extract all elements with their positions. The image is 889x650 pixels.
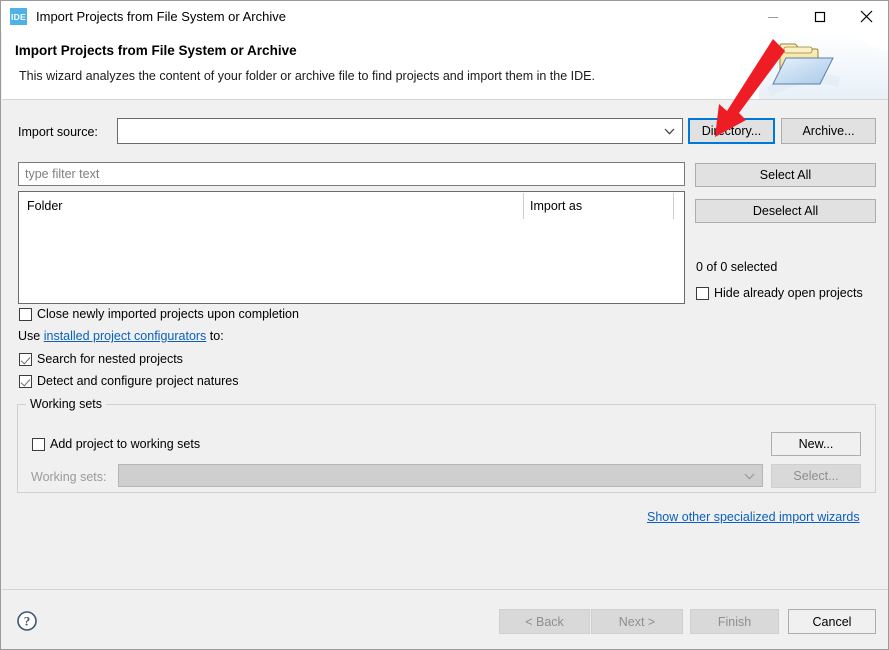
window-title: Import Projects from File System or Arch… bbox=[36, 9, 286, 24]
title-bar: IDE Import Projects from File System or … bbox=[1, 1, 889, 32]
filter-input[interactable]: type filter text bbox=[18, 162, 685, 186]
ide-logo-icon: IDE bbox=[10, 8, 27, 25]
minimize-icon[interactable] bbox=[749, 1, 796, 32]
add-to-working-sets-label: Add project to working sets bbox=[50, 437, 200, 451]
chevron-down-icon bbox=[744, 469, 755, 483]
checkbox-box[interactable] bbox=[19, 308, 32, 321]
new-working-set-button[interactable]: New... bbox=[771, 432, 861, 456]
dialog-body: Import source: Directory... Archive... t… bbox=[2, 101, 889, 589]
open-folder-icon bbox=[759, 32, 889, 99]
checkbox-box[interactable] bbox=[19, 375, 32, 388]
checkbox-box[interactable] bbox=[696, 287, 709, 300]
finish-button: Finish bbox=[690, 609, 779, 634]
select-working-set-button: Select... bbox=[771, 464, 861, 488]
configurators-row: Use installed project configurators to: bbox=[18, 329, 224, 343]
page-description: This wizard analyzes the content of your… bbox=[19, 69, 595, 83]
maximize-icon[interactable] bbox=[796, 1, 843, 32]
back-button: < Back bbox=[499, 609, 590, 634]
selection-status: 0 of 0 selected bbox=[696, 260, 777, 274]
dialog-footer: ? < Back Next > Finish Cancel bbox=[2, 589, 889, 650]
wizard-header: Import Projects from File System or Arch… bbox=[2, 32, 889, 100]
search-nested-checkbox[interactable]: Search for nested projects bbox=[19, 352, 183, 366]
close-imported-label: Close newly imported projects upon compl… bbox=[37, 307, 299, 321]
chevron-down-icon bbox=[664, 124, 675, 138]
import-source-label: Import source: bbox=[18, 125, 98, 139]
page-title: Import Projects from File System or Arch… bbox=[15, 43, 297, 58]
checkbox-box[interactable] bbox=[19, 353, 32, 366]
close-imported-checkbox[interactable]: Close newly imported projects upon compl… bbox=[19, 307, 299, 321]
next-button: Next > bbox=[591, 609, 683, 634]
directory-button[interactable]: Directory... bbox=[688, 118, 775, 144]
archive-button[interactable]: Archive... bbox=[781, 118, 876, 144]
working-sets-label: Working sets: bbox=[31, 470, 107, 484]
column-header-folder[interactable]: Folder bbox=[27, 199, 62, 213]
add-to-working-sets-checkbox[interactable]: Add project to working sets bbox=[32, 437, 200, 451]
close-icon[interactable] bbox=[843, 1, 889, 32]
window-controls bbox=[749, 1, 889, 32]
use-suffix-label: to: bbox=[210, 329, 224, 343]
projects-table[interactable]: Folder Import as bbox=[18, 191, 685, 304]
cancel-button[interactable]: Cancel bbox=[788, 609, 876, 634]
deselect-all-button[interactable]: Deselect All bbox=[695, 199, 876, 223]
import-source-combo[interactable] bbox=[117, 118, 683, 144]
hide-open-projects-label: Hide already open projects bbox=[714, 286, 863, 300]
detect-natures-label: Detect and configure project natures bbox=[37, 374, 239, 388]
hide-open-projects-checkbox[interactable]: Hide already open projects bbox=[696, 286, 863, 300]
detect-natures-checkbox[interactable]: Detect and configure project natures bbox=[19, 374, 239, 388]
working-sets-combo bbox=[118, 464, 763, 487]
column-header-import-as[interactable]: Import as bbox=[530, 199, 582, 213]
use-prefix-label: Use bbox=[18, 329, 40, 343]
installed-configurators-link[interactable]: installed project configurators bbox=[44, 329, 207, 343]
checkbox-box[interactable] bbox=[32, 438, 45, 451]
help-icon[interactable]: ? bbox=[16, 610, 38, 635]
svg-text:?: ? bbox=[24, 614, 31, 629]
other-import-wizards-link[interactable]: Show other specialized import wizards bbox=[647, 510, 860, 524]
import-projects-dialog: IDE Import Projects from File System or … bbox=[0, 0, 889, 650]
search-nested-label: Search for nested projects bbox=[37, 352, 183, 366]
working-sets-group-title: Working sets bbox=[26, 397, 106, 411]
select-all-button[interactable]: Select All bbox=[695, 163, 876, 187]
